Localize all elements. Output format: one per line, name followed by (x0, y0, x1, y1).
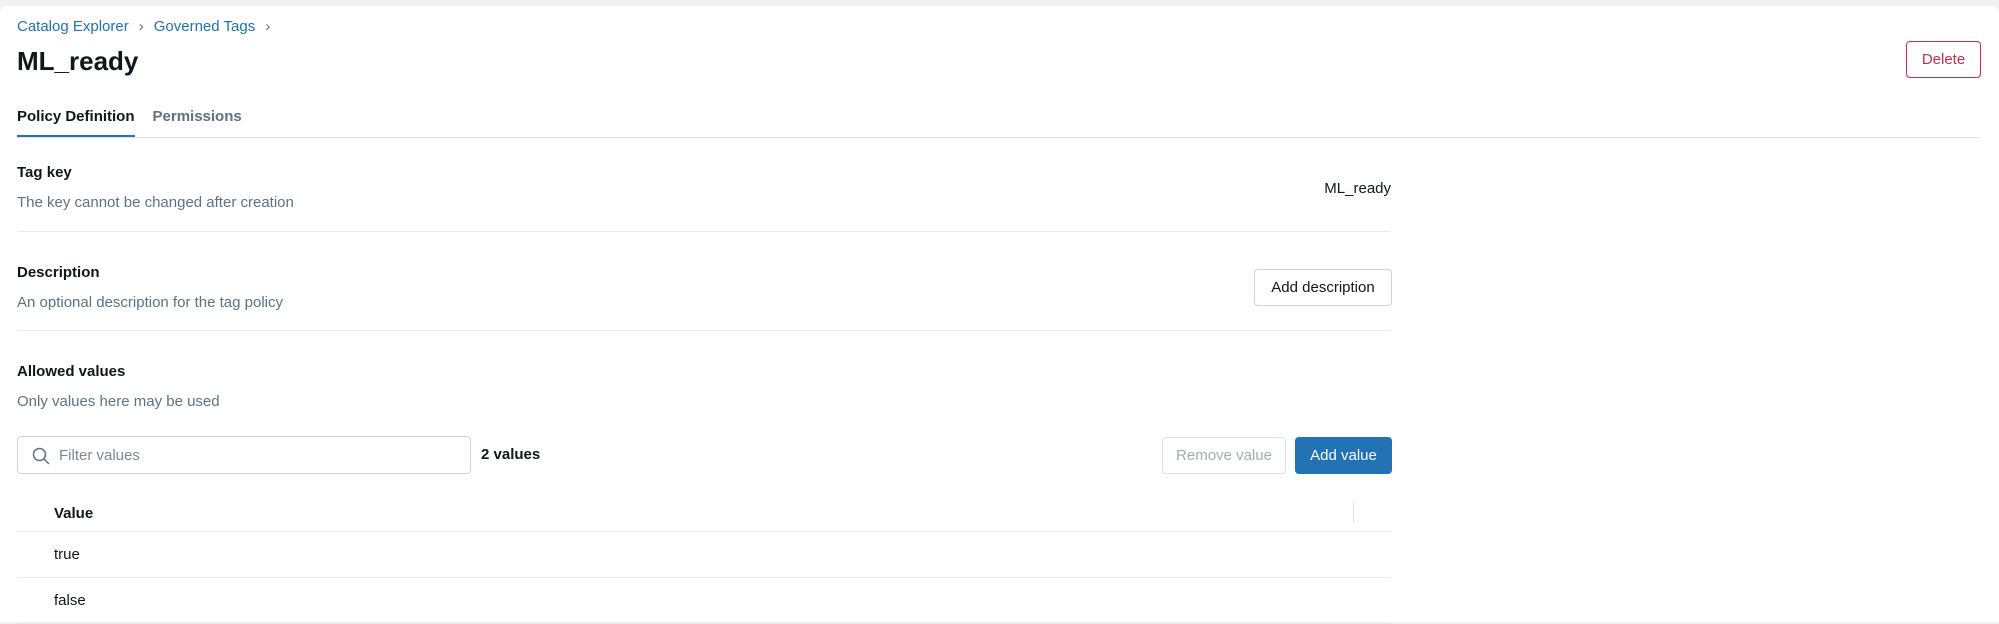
filter-values-field[interactable] (17, 436, 471, 474)
tab-permissions[interactable]: Permissions (153, 102, 242, 138)
description-help-text: An optional description for the tag poli… (17, 294, 283, 311)
description-label: Description (17, 264, 100, 281)
delete-button[interactable]: Delete (1906, 41, 1981, 78)
allowed-values-description: Only values here may be used (17, 393, 220, 410)
search-icon (32, 447, 50, 465)
chevron-right-icon: › (265, 18, 271, 35)
remove-value-button[interactable]: Remove value (1162, 437, 1286, 474)
tag-key-label: Tag key (17, 164, 72, 181)
breadcrumb-catalog-explorer[interactable]: Catalog Explorer (17, 18, 129, 35)
values-count: 2 values (481, 446, 541, 463)
add-description-button[interactable]: Add description (1254, 269, 1392, 306)
column-resize-handle[interactable] (1353, 502, 1354, 524)
tab-bar: Policy Definition Permissions (17, 102, 260, 138)
page-title: ML_ready (17, 46, 139, 76)
tab-policy-definition[interactable]: Policy Definition (17, 102, 135, 138)
main-panel: Catalog Explorer › Governed Tags › ML_re… (0, 6, 1999, 624)
table-cell: false (54, 592, 86, 609)
tag-key-description: The key cannot be changed after creation (17, 194, 294, 211)
table-header: Value (17, 496, 1391, 532)
table-row[interactable]: true (17, 532, 1391, 578)
breadcrumb-governed-tags[interactable]: Governed Tags (154, 18, 255, 35)
values-table: Value true false (17, 496, 1391, 624)
chevron-right-icon: › (138, 18, 144, 35)
column-header-value[interactable]: Value (54, 505, 93, 522)
breadcrumb: Catalog Explorer › Governed Tags › (17, 18, 280, 35)
divider (17, 231, 1391, 232)
tag-key-value: ML_ready (1324, 180, 1391, 197)
filter-values-input[interactable] (59, 438, 459, 472)
table-row[interactable]: false (17, 578, 1391, 624)
add-value-button[interactable]: Add value (1295, 437, 1392, 474)
table-cell: true (54, 546, 80, 563)
tabs-divider (17, 137, 1981, 138)
divider (17, 330, 1391, 331)
allowed-values-label: Allowed values (17, 363, 126, 380)
